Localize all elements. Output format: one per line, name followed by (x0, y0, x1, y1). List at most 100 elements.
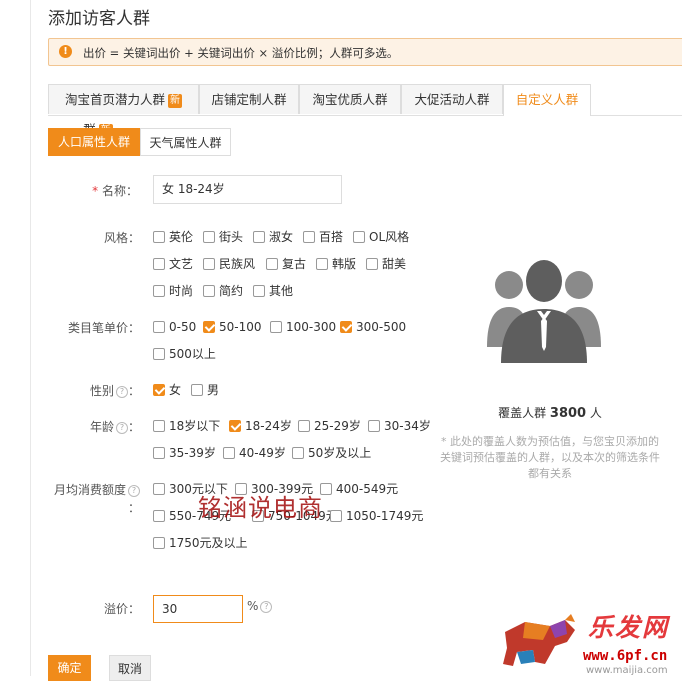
price-option[interactable]: 300-500 (340, 319, 406, 335)
coverage-count: 3800 (549, 406, 587, 421)
help-icon[interactable]: ? (128, 485, 140, 497)
checkbox[interactable] (153, 537, 165, 549)
checkbox[interactable] (153, 483, 165, 495)
confirm-button[interactable]: 确定 (48, 655, 91, 681)
checkbox[interactable] (153, 285, 165, 297)
option-label: 甜美 (382, 257, 407, 271)
tab-taobao-home-potential-overlay[interactable]: 淘宝首页潜力人群新 (48, 84, 199, 114)
checkbox[interactable] (366, 258, 378, 270)
checkbox[interactable] (153, 420, 165, 432)
help-icon[interactable]: ? (115, 386, 128, 398)
tab-label: 自定义人群 (515, 92, 579, 107)
brand-name: 乐发网 (588, 613, 670, 642)
checkbox[interactable] (153, 258, 165, 270)
spend-label: 月均消费额度? (40, 481, 140, 498)
checkbox-checked[interactable] (153, 384, 165, 396)
spend-label-colon: ： (127, 501, 140, 515)
style-option[interactable]: 简约 (203, 283, 243, 299)
spend-option[interactable]: 1050-1749元 (330, 508, 423, 524)
age-option[interactable]: 18岁以下 (153, 418, 220, 434)
checkbox[interactable] (303, 231, 315, 243)
new-badge: 新 (168, 94, 182, 108)
checkbox[interactable] (270, 321, 282, 333)
option-label: 100-300 (286, 320, 337, 334)
checkbox[interactable] (292, 447, 304, 459)
style-option[interactable]: 英伦 (153, 229, 193, 245)
age-option[interactable]: 30-34岁 (368, 418, 431, 434)
checkbox-checked[interactable] (229, 420, 241, 432)
style-option[interactable]: 复古 (266, 256, 306, 272)
brand-url-secondary: www.maijia.com (586, 665, 668, 676)
checkbox[interactable] (203, 231, 215, 243)
tab-label: 淘宝优质人群 (312, 92, 388, 107)
age-option[interactable]: 35-39岁 (153, 445, 216, 461)
option-label: 18岁以下 (169, 419, 221, 433)
tab-store-custom[interactable]: 店铺定制人群 (199, 84, 299, 114)
style-option[interactable]: 百搭 (303, 229, 343, 245)
cancel-button[interactable]: 取消 (109, 655, 151, 681)
price-option[interactable]: 500以上 (153, 346, 216, 362)
coverage-note: * 此处的覆盖人数为预估值，与您宝贝添加的关键词预估覆盖的人群，以及本次的筛选条… (440, 435, 660, 480)
age-option[interactable]: 18-24岁 (229, 418, 292, 434)
help-icon[interactable]: ? (260, 601, 273, 613)
option-label: 1050-1749元 (346, 509, 424, 523)
checkbox[interactable] (316, 258, 328, 270)
tab-label: 店铺定制人群 (211, 92, 287, 107)
subtab-weather[interactable]: 天气属性人群 (140, 128, 231, 156)
price-option[interactable]: 0-50 (153, 319, 196, 335)
checkbox-checked[interactable] (203, 321, 215, 333)
coverage-summary: 覆盖人群 3800 人 (440, 404, 660, 421)
checkbox[interactable] (223, 447, 235, 459)
checkbox[interactable] (253, 231, 265, 243)
coverage-prefix: 覆盖人群 (498, 406, 547, 420)
checkbox-checked[interactable] (340, 321, 352, 333)
price-option[interactable]: 100-300 (270, 319, 336, 335)
age-option[interactable]: 50岁及以上 (292, 445, 371, 461)
option-label: 40-49岁 (239, 446, 286, 460)
help-icon[interactable]: ? (115, 422, 128, 434)
checkbox[interactable] (203, 285, 215, 297)
tab-label: 淘宝首页潜力人群 (64, 92, 165, 107)
alert-text: 出价 = 关键词出价 + 关键词出价 × 溢价比例；人群可多选。 (83, 46, 399, 60)
checkbox[interactable] (153, 510, 165, 522)
style-option[interactable]: 韩版 (316, 256, 356, 272)
style-option[interactable]: 街头 (203, 229, 243, 245)
style-option[interactable]: OL风格 (353, 229, 409, 245)
option-label: 百搭 (319, 230, 344, 244)
checkbox[interactable] (191, 384, 203, 396)
checkbox[interactable] (368, 420, 380, 432)
premium-input[interactable]: 30 (153, 595, 243, 623)
style-option[interactable]: 甜美 (366, 256, 406, 272)
style-option[interactable]: 其他 (253, 283, 293, 299)
tab-taobao-quality[interactable]: 淘宝优质人群 (299, 84, 401, 114)
price-option[interactable]: 50-100 (203, 319, 262, 335)
spend-option[interactable]: 400-549元 (320, 481, 398, 497)
age-option[interactable]: 40-49岁 (223, 445, 286, 461)
age-option[interactable]: 25-29岁 (298, 418, 361, 434)
checkbox[interactable] (298, 420, 310, 432)
name-input[interactable]: 女 18-24岁 (153, 175, 342, 204)
checkbox[interactable] (330, 510, 342, 522)
checkbox[interactable] (153, 231, 165, 243)
checkbox[interactable] (353, 231, 365, 243)
checkbox[interactable] (266, 258, 278, 270)
style-option[interactable]: 时尚 (153, 283, 193, 299)
gender-option[interactable]: 女 (153, 382, 181, 398)
checkbox[interactable] (203, 258, 215, 270)
style-option[interactable]: 淑女 (253, 229, 293, 245)
option-label: 时尚 (169, 284, 194, 298)
style-option[interactable]: 文艺 (153, 256, 193, 272)
option-label: 50-100 (219, 320, 262, 334)
checkbox[interactable] (153, 348, 165, 360)
option-label: 民族风 (219, 257, 256, 271)
checkbox[interactable] (153, 321, 165, 333)
tab-custom[interactable]: 自定义人群 (503, 84, 591, 116)
required-mark: * (92, 184, 99, 198)
spend-option[interactable]: 1750元及以上 (153, 535, 248, 551)
gender-option[interactable]: 男 (191, 382, 219, 398)
subtab-demographic[interactable]: 人口属性人群 (48, 128, 140, 156)
checkbox[interactable] (253, 285, 265, 297)
checkbox[interactable] (153, 447, 165, 459)
tab-promotion[interactable]: 大促活动人群 (401, 84, 503, 114)
style-option[interactable]: 民族风 (203, 256, 255, 272)
